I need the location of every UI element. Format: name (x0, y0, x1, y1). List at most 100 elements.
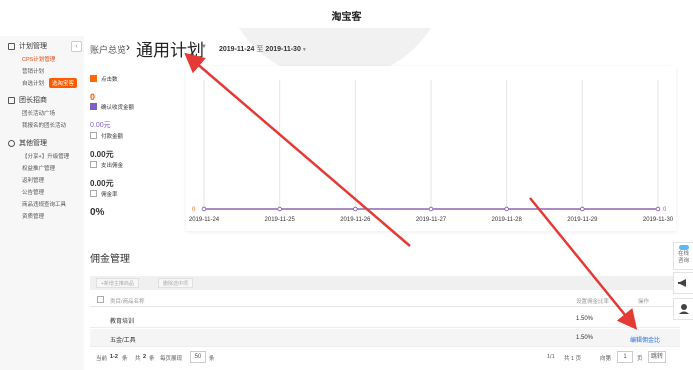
pager-goto-label: 向第 (600, 356, 612, 362)
data-point (504, 206, 509, 212)
x-tick-label: 2019-11-27 (416, 217, 447, 223)
announcement-widget[interactable] (673, 272, 693, 294)
table-header: 类目/商品名称 设置佣金比率 操作 (90, 293, 680, 307)
pager-range: 1-2 (110, 354, 118, 360)
metric-checkbox[interactable] (90, 161, 97, 169)
metric-label: 支出佣金 (101, 162, 124, 169)
pager-items-unit: 条 (209, 356, 215, 362)
x-tick-label: 2019-11-29 (567, 217, 598, 223)
commission-toolbar: +新增主推商品 删除选中项 (90, 276, 680, 290)
left-axis-label: 0 (192, 207, 196, 213)
page-root: 淘宝客 ‹ 计划管理 CPS计划管理 营销计划 自选计划 选淘宝客 团长招商 团… (0, 0, 693, 370)
sidebar-section-other[interactable]: 其他管理 (8, 138, 47, 148)
table-row: 五金/工具 1.50% 编辑佣金比 (90, 329, 680, 347)
trend-chart-svg: 0 0 2019-11-24 2019-11-25 2019-11-26 2019-11-… (189, 80, 674, 223)
row-name: 教育培训 (110, 319, 135, 325)
sidebar-item-custom[interactable]: 自选计划 (22, 79, 44, 87)
metric-checkbox[interactable] (90, 103, 97, 111)
add-main-product-button[interactable]: +新增主推商品 (96, 278, 139, 288)
x-tick-label: 2019-11-28 (492, 217, 523, 223)
edit-commission-link[interactable]: 编辑佣金比 (630, 335, 660, 344)
metric-label: 佣金率 (101, 191, 118, 198)
sidebar-section-label: 其他管理 (19, 140, 47, 147)
pager-page-unit: 页 (637, 356, 643, 362)
data-point (353, 206, 358, 212)
page-title[interactable]: 通用计划 (136, 36, 204, 61)
delete-selected-button[interactable]: 删除选中项 (158, 278, 194, 288)
plan-dropdown-icon[interactable]: ▼ (201, 44, 207, 50)
x-tick-label: 2019-11-26 (340, 217, 371, 223)
pager-items-unit: 条 (149, 356, 155, 362)
sidebar-item-rebate[interactable]: 返利管理 (22, 176, 44, 184)
data-point (277, 206, 282, 212)
x-tick-label: 2019-11-30 (643, 217, 674, 223)
data-point (201, 206, 207, 212)
user-icon (679, 304, 689, 314)
data-point (428, 206, 434, 212)
pager-current-label: 当前 (96, 356, 108, 362)
megaphone-icon (678, 279, 686, 287)
date-start: 2019-11-24 (219, 46, 255, 53)
sidebar-item-notice[interactable]: 公告管理 (22, 188, 44, 196)
metric-label: 点击数 (101, 76, 118, 83)
pagination: 当前 1-2 条 共 2 条 每页展现 50 条 1/1 共 1 页 向第 1 … (90, 351, 680, 365)
sidebar-item-rights[interactable]: 权益推广管理 (22, 164, 55, 172)
date-end: 2019-11-30 (265, 46, 301, 53)
row-rate: 1.50% (576, 335, 594, 341)
online-consult-widget[interactable]: 在线 咨询 (673, 242, 693, 270)
metric-checkbox[interactable] (90, 190, 97, 198)
select-all-checkbox[interactable] (97, 296, 104, 303)
plus-circle-icon (8, 139, 15, 147)
metric-confirmed-amount[interactable]: 确认收货金额 0.00元 (90, 98, 134, 130)
users-icon (8, 96, 15, 104)
pager-items-unit: 条 (122, 356, 128, 362)
pager-total: 2 (143, 354, 147, 360)
sidebar-item-my-leader[interactable]: 我报名的团长活动 (22, 121, 66, 129)
metric-checkbox[interactable] (90, 75, 97, 83)
metric-commission-rate[interactable]: 佣金率 0% (90, 185, 118, 218)
sidebar-section-label: 计划管理 (19, 43, 47, 50)
sidebar-section-plan[interactable]: 计划管理 (8, 41, 47, 51)
pager-pages-label: 共 1 页 (564, 356, 582, 362)
sidebar-item-cps[interactable]: CPS计划管理 (22, 55, 55, 63)
breadcrumb-separator: › (126, 40, 130, 54)
jump-button[interactable]: 跳转 (648, 351, 666, 363)
column-header-name: 类目/商品名称 (110, 299, 145, 305)
pager-total-label: 共 (135, 356, 141, 362)
metric-checkbox[interactable] (90, 132, 97, 140)
date-separator: 至 (256, 46, 264, 53)
date-range-picker[interactable]: 2019-11-24 至 2019-11-30▼ (219, 44, 307, 54)
doc-icon (8, 42, 15, 50)
pager-page-info: 1/1 (547, 354, 555, 360)
profile-widget[interactable] (673, 298, 693, 320)
metric-label: 付款金额 (101, 133, 124, 140)
app-title: 淘宝客 (331, 12, 362, 23)
metric-label: 确认收货金额 (101, 104, 135, 111)
sidebar-section-leader[interactable]: 团长招商 (8, 95, 47, 105)
sidebar-item-leader-square[interactable]: 团长活动广场 (22, 109, 55, 117)
sidebar-section-label: 团长招商 (19, 97, 47, 104)
column-header-action: 操作 (638, 299, 650, 305)
online-consult-label: 在线 咨询 (677, 251, 689, 264)
trend-chart: 0 0 2019-11-24 2019-11-25 2019-11-26 2019-11-… (186, 66, 676, 231)
sidebar-item-share-upgrade[interactable]: 【分享+】升级管理 (22, 152, 69, 160)
x-tick-label: 2019-11-25 (265, 217, 296, 223)
column-header-rate: 设置佣金比率 (576, 299, 610, 305)
data-point (655, 206, 661, 212)
per-page-select[interactable]: 50 (190, 351, 206, 363)
pager-per-page-label: 每页展现 (160, 356, 183, 362)
top-bar: 淘宝客 (0, 0, 693, 28)
row-name: 五金/工具 (110, 338, 136, 344)
sidebar-collapse-button[interactable]: ‹ (71, 41, 82, 52)
sidebar-item-marketing[interactable]: 营销计划 (22, 67, 44, 75)
breadcrumb[interactable]: 账户总览 (90, 43, 126, 56)
data-point (580, 206, 585, 212)
sidebar-item-violation[interactable]: 商品违规查询工具 (22, 200, 66, 208)
metric-value: 0% (90, 207, 105, 218)
commission-section-title: 佣金管理 (90, 254, 130, 265)
sidebar-item-qualification[interactable]: 资质管理 (22, 212, 44, 220)
table-row: 教育培训 1.50% (90, 310, 680, 328)
taoke-badge[interactable]: 选淘宝客 (49, 78, 78, 88)
goto-page-input[interactable]: 1 (617, 351, 633, 363)
row-rate: 1.50% (576, 316, 594, 322)
